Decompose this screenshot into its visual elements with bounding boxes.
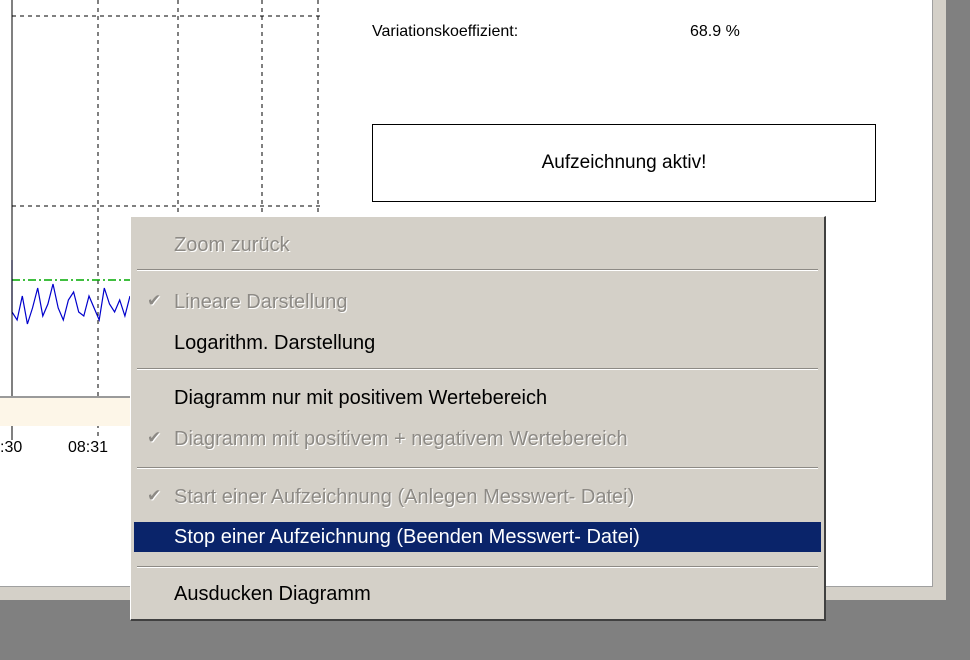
recording-status-text: Aufzeichnung aktiv! [541, 152, 707, 173]
context-menu: Zoom zurück ✔ Lineare Darstellung Logari… [130, 216, 826, 621]
menu-item-stop-recording[interactable]: Stop einer Aufzeichnung (Beenden Messwer… [134, 522, 821, 552]
menu-item-label: Start einer Aufzeichnung (Anlegen Messwe… [174, 485, 635, 508]
menu-item-label: Diagramm nur mit positivem Wertebereich [174, 386, 548, 409]
series-line [11, 260, 131, 325]
menu-item-positive-range[interactable]: Diagramm nur mit positivem Wertebereich [134, 383, 821, 413]
menu-item-label: Lineare Darstellung [174, 290, 348, 313]
menu-item-log-display[interactable]: Logarithm. Darstellung [134, 328, 821, 358]
menu-separator [137, 368, 818, 370]
x-tick-label: :30 [0, 439, 23, 456]
menu-item-label: Ausducken Diagramm [174, 582, 371, 605]
menu-item-start-recording[interactable]: ✔ Start einer Aufzeichnung (Anlegen Mess… [134, 482, 821, 512]
checkmark-icon: ✔ [147, 291, 162, 310]
menu-item-linear-display[interactable]: ✔ Lineare Darstellung [134, 287, 821, 317]
menu-separator [137, 269, 818, 271]
recording-status-box: Aufzeichnung aktiv! [372, 124, 876, 202]
checkmark-icon: ✔ [147, 428, 162, 447]
menu-item-label: Diagramm mit positivem + negativem Werte… [174, 427, 628, 450]
x-tick-label: 08:31 [68, 439, 109, 456]
checkmark-icon: ✔ [147, 486, 162, 505]
menu-separator [137, 566, 818, 568]
stat-value-variation: 68.9 % [690, 23, 740, 40]
menu-item-label: Zoom zurück [174, 233, 290, 256]
menu-separator [137, 467, 818, 469]
stat-label-variation: Variationskoeffizient: [372, 23, 519, 40]
menu-item-label: Logarithm. Darstellung [174, 331, 376, 354]
menu-item-pos-neg-range[interactable]: ✔ Diagramm mit positivem + negativem Wer… [134, 424, 821, 454]
menu-item-label: Stop einer Aufzeichnung (Beenden Messwer… [174, 525, 640, 548]
menu-item-zoom-back[interactable]: Zoom zurück [134, 230, 821, 260]
window-frame-right [946, 0, 970, 660]
menu-item-print-diagram[interactable]: Ausducken Diagramm [134, 579, 821, 609]
